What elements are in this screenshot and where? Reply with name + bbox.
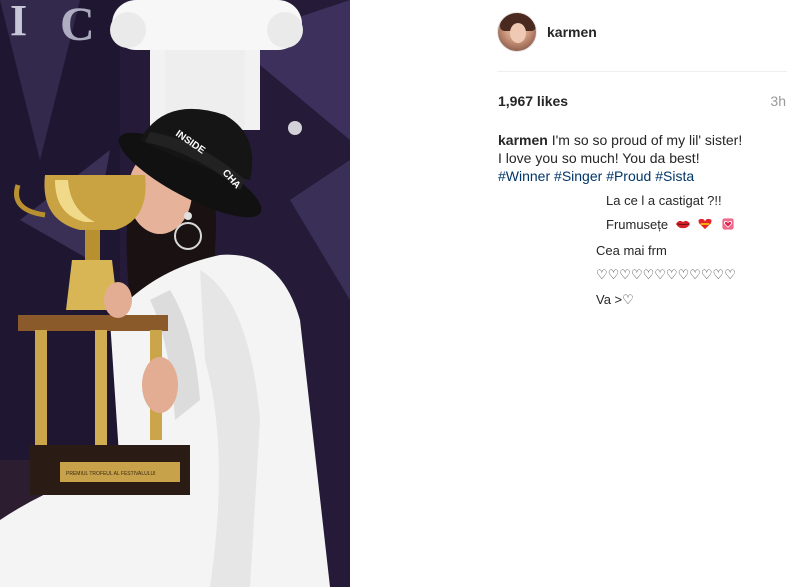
comment-item: Frumusețe <box>606 217 736 232</box>
hashtag-sista[interactable]: #Sista <box>655 168 694 184</box>
comment-item: Va >♡ <box>596 292 634 308</box>
comment-item: Cea mai frm <box>596 243 667 258</box>
avatar[interactable] <box>497 12 537 52</box>
post-time[interactable]: 3h <box>770 93 786 109</box>
header-divider <box>497 71 787 72</box>
hashtag-proud[interactable]: #Proud <box>606 168 651 184</box>
comment-text: Cea mai frm <box>596 243 667 258</box>
kiss-lips-emoji-icon <box>675 220 690 229</box>
header-username[interactable]: karmen <box>547 24 597 40</box>
likes-row: 1,967 likes 3h <box>498 93 786 109</box>
comment-item: ♡♡♡♡♡♡♡♡♡♡♡♡ <box>596 267 736 283</box>
heart-emoji-icon <box>698 218 712 230</box>
likes-count[interactable]: 1,967 likes <box>498 93 568 109</box>
post-side-panel: karmen 1,967 likes 3h karmen I'm so so p… <box>350 0 802 587</box>
hashtag-singer[interactable]: #Singer <box>554 168 602 184</box>
comment-text: ♡♡♡♡♡♡♡♡♡♡♡♡ <box>596 267 736 282</box>
caption: karmen I'm so so proud of my lil' sister… <box>498 131 768 185</box>
post-header: karmen <box>497 12 597 52</box>
caption-author[interactable]: karmen <box>498 132 548 148</box>
comment-text: Va >♡ <box>596 292 634 307</box>
post-photo[interactable]: I C INSIDE CHA PREMIUL TROFEUL AL FESTIV… <box>0 0 350 587</box>
hashtag-winner[interactable]: #Winner <box>498 168 550 184</box>
post-photo-illustration: I C INSIDE CHA PREMIUL TROFEUL AL FESTIV… <box>0 0 350 587</box>
comment-item: La ce l a castigat ?!! <box>606 193 722 208</box>
comment-text: Frumusețe <box>606 217 669 232</box>
trophy-plaque-text: PREMIUL TROFEUL AL FESTIVALULUI <box>66 471 156 477</box>
comment-text: La ce l a castigat ?!! <box>606 193 722 208</box>
caption-line-2: I love you so much! You da best! <box>498 150 700 166</box>
heart-box-emoji-icon <box>722 218 734 230</box>
caption-line-1: I'm so so proud of my lil' sister! <box>551 132 743 148</box>
svg-text:I: I <box>10 0 27 45</box>
avatar-face <box>510 23 526 43</box>
svg-text:C: C <box>60 0 95 51</box>
